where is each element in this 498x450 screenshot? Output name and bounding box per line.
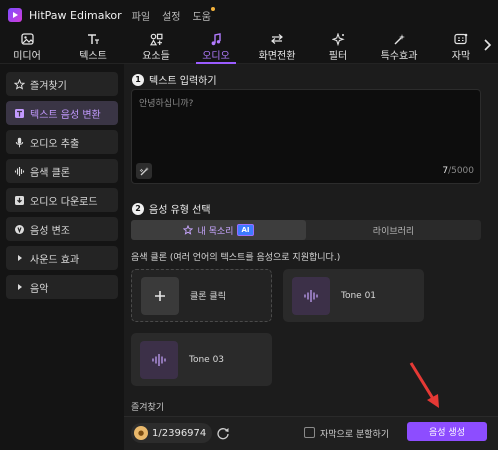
tab-transition-label: 화면전환 — [258, 51, 296, 62]
tab-filter[interactable]: 필터 — [318, 30, 358, 64]
split-subtitles-checkbox[interactable] — [304, 427, 315, 438]
character-max: /5000 — [448, 166, 474, 176]
sidebar-item-audio-download[interactable]: 오디오 다운로드 — [6, 188, 118, 212]
voice-waveform-icon — [140, 340, 178, 379]
voice-clone-description: 음색 클론 (여러 언어의 텍스트를 음성으로 지원합니다.) — [131, 253, 341, 263]
text-to-speech-icon — [14, 108, 25, 119]
tab-my-voice[interactable]: 내 목소리 AI — [131, 220, 306, 240]
waveform-icon — [14, 166, 25, 177]
character-counter: 7/5000 — [442, 166, 474, 176]
credits-count: 1/2396974 — [152, 427, 207, 439]
tab-library[interactable]: 라이브러리 — [306, 220, 481, 240]
title-bar: HitPaw Edimakor 파일 설정 도움 — [0, 0, 498, 30]
tab-elements[interactable]: 요소들 — [135, 30, 177, 64]
section-voice-type-title: 2 음성 유형 선택 — [132, 201, 211, 216]
sidebar-item-label: 음색 클론 — [30, 167, 70, 179]
clone-click-label: 클론 클릭 — [190, 292, 226, 302]
tab-audio[interactable]: 오디오 — [194, 30, 238, 64]
text-input-placeholder: 안녕하십니까? — [139, 99, 194, 109]
refresh-icon[interactable] — [216, 426, 230, 440]
voice-card-tone03[interactable]: Tone 03 — [131, 333, 272, 386]
magic-pen-icon — [139, 166, 149, 175]
sidebar-item-music[interactable]: 음악 — [6, 275, 118, 299]
music-note-icon — [209, 32, 223, 46]
tts-text-input[interactable]: 안녕하십니까? 7/5000 — [131, 89, 481, 184]
sidebar-item-label: 즐겨찾기 — [30, 80, 67, 92]
ai-badge: AI — [237, 224, 254, 236]
sidebar-item-voice-clone[interactable]: 음색 클론 — [6, 159, 118, 183]
coin-icon: ● — [134, 426, 148, 440]
app-title: HitPaw Edimakor — [29, 8, 122, 22]
tab-subtitle[interactable]: 자막 — [444, 30, 478, 64]
sidebar-item-label: 음성 변조 — [30, 225, 70, 237]
sidebar-item-sound-effects[interactable]: 사운드 효과 — [6, 246, 118, 270]
menu-help[interactable]: 도움 — [192, 6, 215, 23]
clone-click-card[interactable]: 클론 클릭 — [131, 269, 272, 322]
sidebar-item-label: 텍스트 음성 변환 — [30, 109, 101, 121]
tab-text[interactable]: 텍스트 — [72, 30, 114, 64]
star-icon — [14, 78, 25, 90]
menu-file[interactable]: 파일 — [132, 8, 150, 23]
section-text-input-title: 1 텍스트 입력하기 — [132, 72, 217, 87]
elements-icon — [149, 32, 163, 46]
section-title-label: 텍스트 입력하기 — [149, 76, 217, 87]
audio-sidebar: 즐겨찾기 텍스트 음성 변환 오디오 추출 음색 클론 오디오 다운로드 음성 … — [0, 64, 124, 450]
transition-arrows-icon — [270, 32, 284, 46]
sidebar-item-voice-changer[interactable]: 음성 변조 — [6, 217, 118, 241]
text-edit-button[interactable] — [136, 163, 152, 179]
tab-filter-label: 필터 — [328, 51, 348, 62]
tab-effects-label: 특수효과 — [380, 51, 418, 62]
app-logo-icon — [8, 8, 22, 22]
menu-settings[interactable]: 설정 — [162, 8, 180, 23]
star-icon — [183, 225, 194, 235]
sidebar-item-label: 사운드 효과 — [30, 254, 80, 266]
generate-voice-button[interactable]: 음성 생성 — [407, 422, 487, 441]
sidebar-item-label: 오디오 추출 — [30, 138, 80, 150]
text-to-speech-panel: 1 텍스트 입력하기 안녕하십니까? 7/5000 2 음성 유형 선택 내 목… — [124, 64, 498, 450]
voice-waveform-icon — [292, 276, 330, 315]
magic-wand-icon — [392, 32, 406, 46]
voice-card-label: Tone 01 — [341, 290, 377, 301]
step-number-badge: 2 — [132, 202, 144, 215]
tab-media-label: 미디어 — [13, 51, 41, 62]
tab-elements-label: 요소들 — [142, 51, 170, 62]
voice-card-label: Tone 03 — [189, 354, 225, 365]
subtitle-ai-icon — [454, 32, 468, 46]
voice-card-tone01[interactable]: Tone 01 — [283, 269, 424, 322]
sidebar-item-audio-extract[interactable]: 오디오 추출 — [6, 130, 118, 154]
notification-dot-icon — [210, 6, 215, 11]
split-subtitles-label: 자막으로 분할하기 — [320, 430, 390, 440]
tab-my-voice-label: 내 목소리 — [197, 226, 234, 237]
tab-effects[interactable]: 특수효과 — [375, 30, 423, 64]
caret-right-icon — [14, 253, 25, 264]
text-icon — [86, 32, 100, 46]
sidebar-item-label: 음악 — [30, 283, 49, 295]
voice-type-tabs: 내 목소리 AI 라이브러리 — [131, 220, 481, 240]
tab-subtitle-label: 자막 — [451, 51, 471, 62]
tab-media[interactable]: 미디어 — [6, 30, 48, 64]
sidebar-item-favorites[interactable]: 즐겨찾기 — [6, 72, 118, 96]
microphone-icon — [14, 137, 25, 148]
sidebar-item-label: 오디오 다운로드 — [30, 196, 98, 208]
media-image-icon — [20, 32, 34, 46]
section-title-label: 음성 유형 선택 — [149, 205, 211, 216]
toolbar-next-arrow-icon[interactable] — [482, 38, 492, 52]
voice-changer-icon — [14, 224, 25, 235]
bottom-action-bar: ● 1/2396974 자막으로 분할하기 음성 생성 — [124, 416, 498, 450]
tab-audio-label: 오디오 — [202, 51, 230, 62]
main-toolbar: 미디어 텍스트 요소들 오디오 화면전환 필터 특수효과 자막 — [0, 30, 498, 64]
download-icon — [14, 195, 25, 206]
plus-icon — [141, 276, 179, 315]
caret-right-icon — [14, 282, 25, 293]
credits-badge: ● 1/2396974 — [131, 423, 213, 443]
sparkle-filter-icon — [331, 32, 345, 46]
menu-help-label: 도움 — [192, 11, 211, 23]
sidebar-item-text-to-speech[interactable]: 텍스트 음성 변환 — [6, 101, 118, 125]
step-number-badge: 1 — [132, 73, 144, 86]
tab-transition[interactable]: 화면전환 — [253, 30, 301, 64]
tab-library-label: 라이브러리 — [372, 226, 415, 237]
favorites-section-label: 즐겨찾기 — [131, 403, 165, 413]
tab-text-label: 텍스트 — [79, 51, 107, 62]
